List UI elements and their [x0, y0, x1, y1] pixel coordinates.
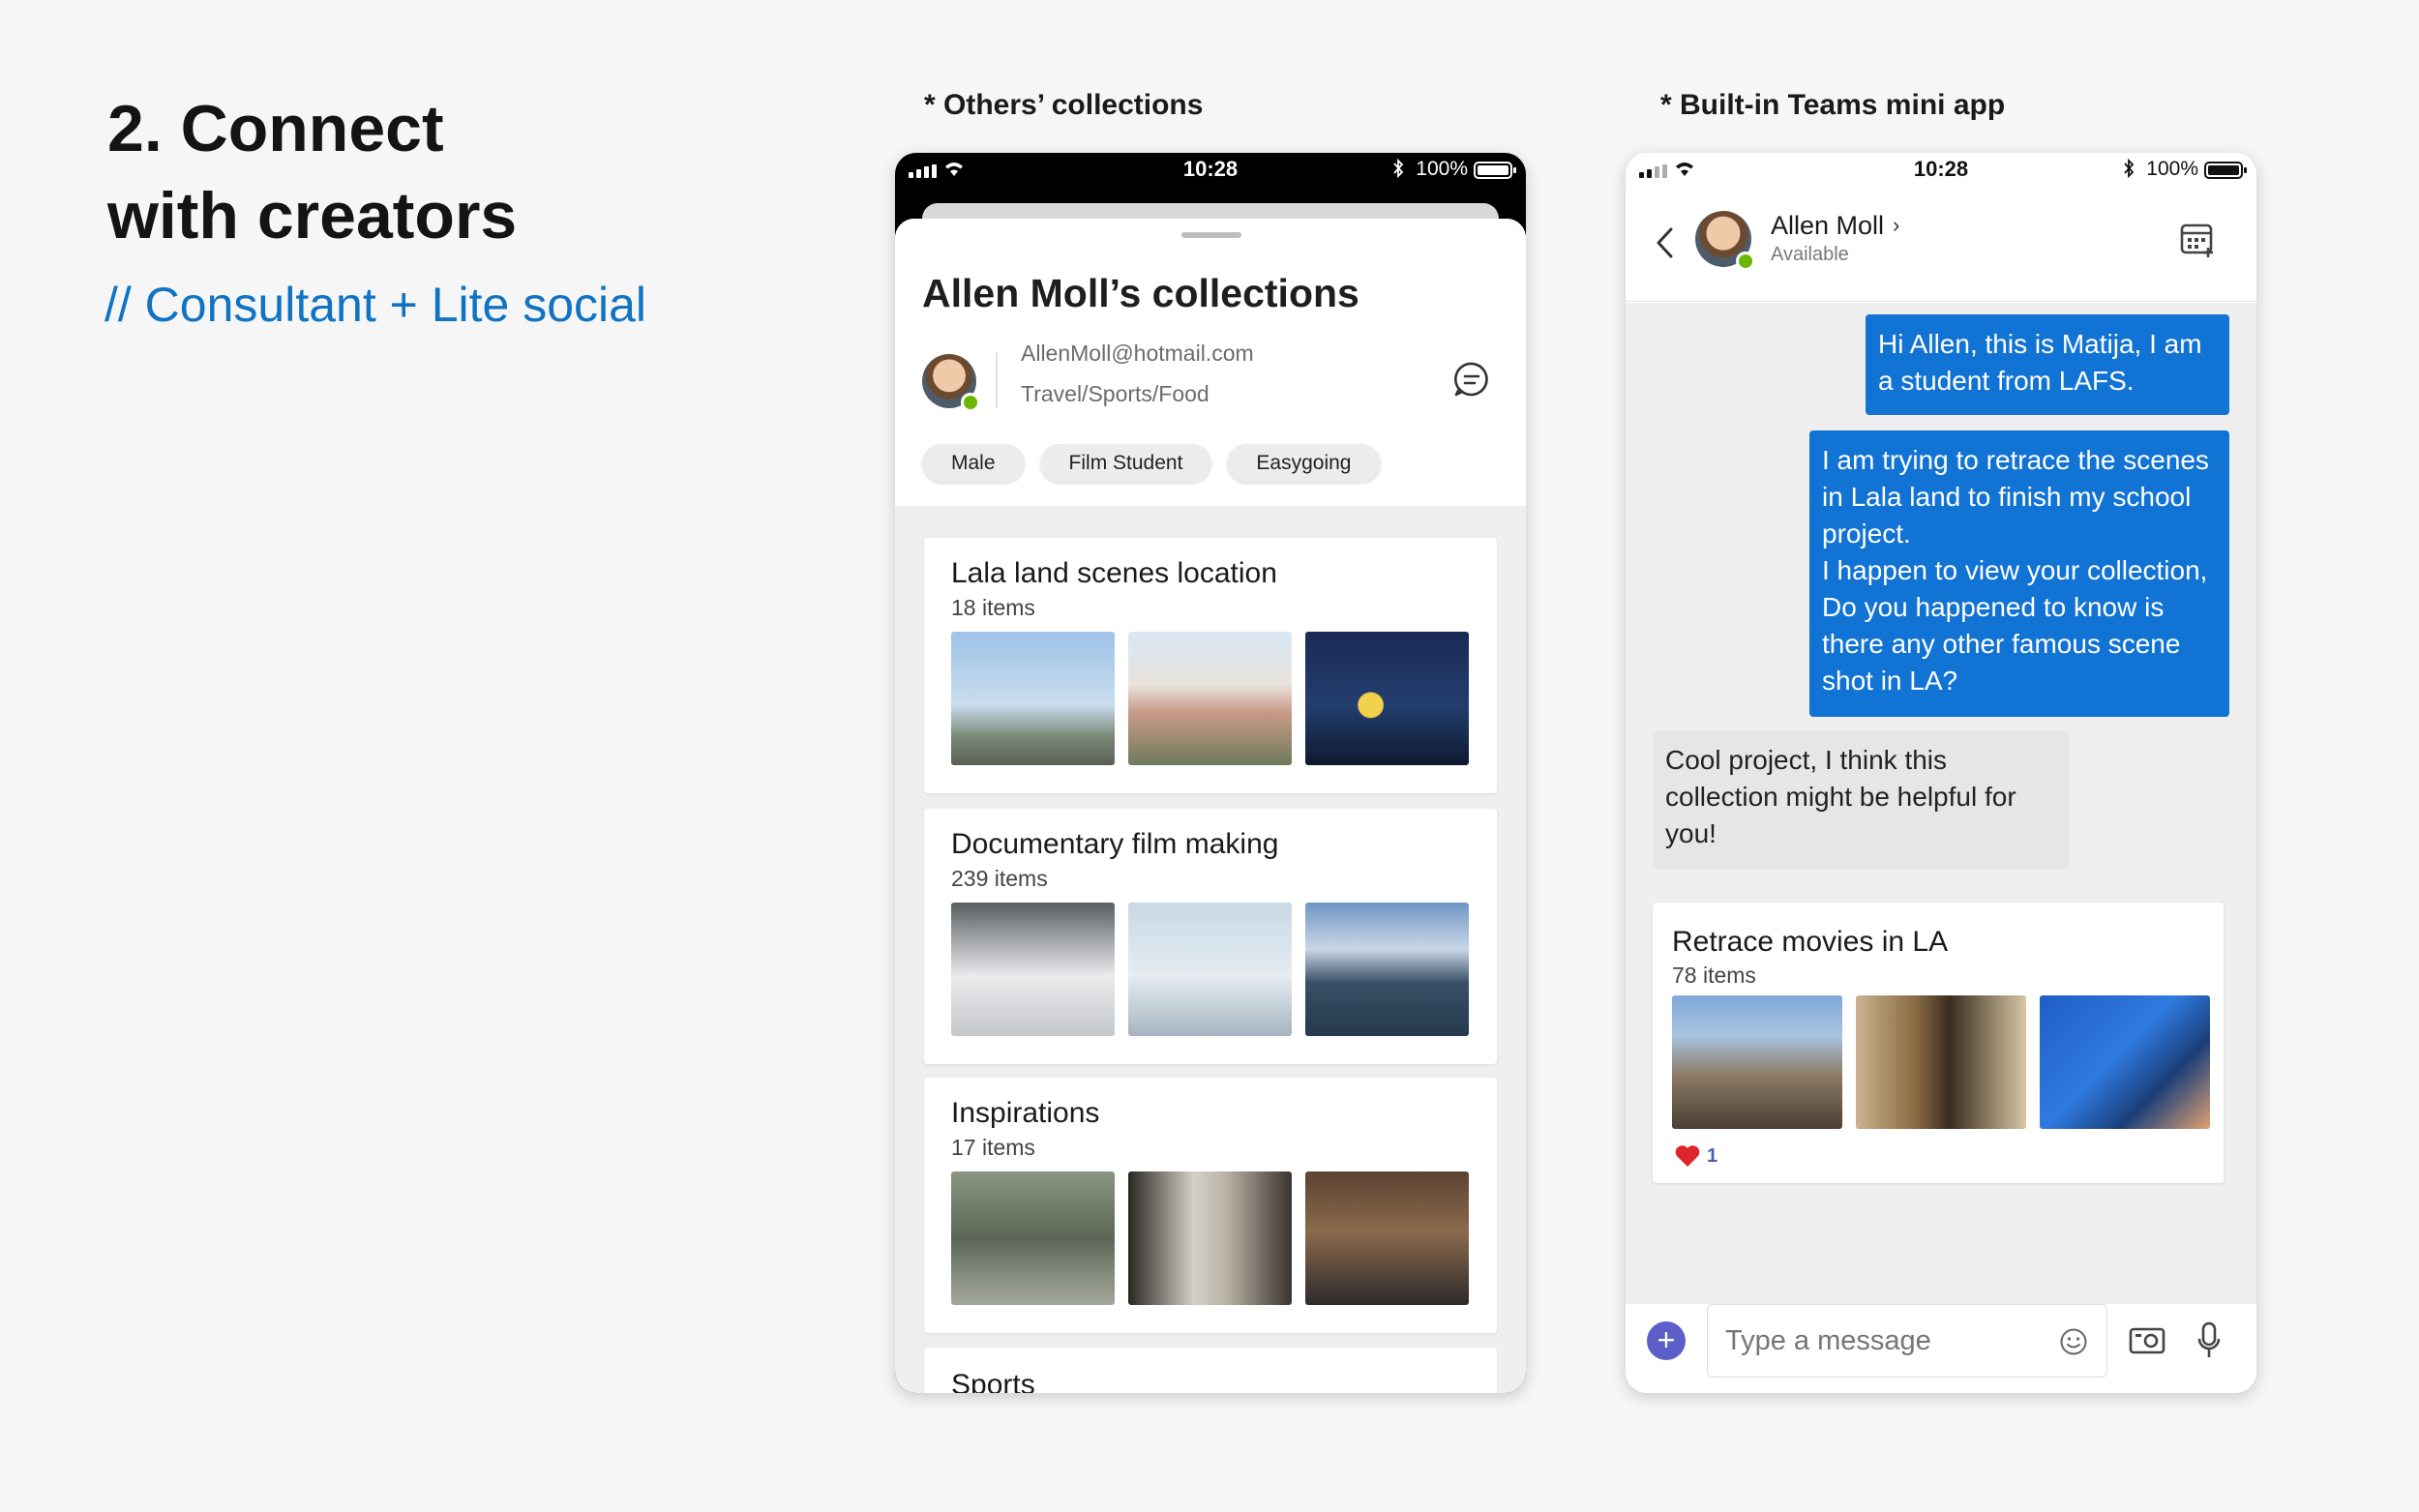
emoji-icon[interactable] [2059, 1327, 2088, 1356]
caption-others-collections: * Others’ collections [924, 89, 1204, 121]
collection-thumbnail[interactable] [1128, 1171, 1292, 1305]
caption-teams-mini-app: * Built-in Teams mini app [1660, 89, 2006, 121]
reaction[interactable]: 1 [1674, 1144, 1717, 1168]
calendar-icon[interactable] [2179, 221, 2218, 259]
collection-card[interactable]: Lala land scenes location 18 items [924, 538, 1497, 793]
phone-teams-chat: 10:28 100% Allen Moll › Available Hi All… [1626, 153, 2256, 1393]
presence-badge [1736, 252, 1755, 271]
heading-line-1: 2. Connect [107, 92, 444, 165]
collection-card[interactable]: Documentary film making 239 items [924, 809, 1497, 1064]
contact-status: Available [1771, 244, 1849, 265]
collection-thumbnail[interactable] [951, 632, 1115, 765]
chip-occupation[interactable]: Film Student [1039, 444, 1212, 483]
collection-thumbnail[interactable] [1305, 1171, 1469, 1305]
collection-card[interactable]: Inspirations 17 items [924, 1078, 1497, 1333]
avatar[interactable] [922, 354, 980, 412]
plus-icon[interactable]: + [1647, 1321, 1686, 1360]
message-input[interactable] [1707, 1304, 2107, 1378]
camera-icon[interactable] [2129, 1325, 2165, 1354]
collection-thumbnail[interactable] [951, 1171, 1115, 1305]
battery-icon [2204, 162, 2247, 179]
collection-count: 239 items [951, 866, 1048, 891]
profile-interests: Travel/Sports/Food [1021, 381, 1210, 406]
collection-thumbnail[interactable] [1305, 903, 1469, 1036]
mic-icon[interactable] [2196, 1321, 2222, 1360]
collection-thumbnail[interactable] [1305, 632, 1469, 765]
chevron-right-icon[interactable]: › [1893, 213, 1899, 238]
collection-card[interactable]: Sports [924, 1348, 1497, 1393]
presence-badge [961, 393, 980, 412]
collection-thumbnail[interactable] [1672, 995, 1842, 1129]
contact-name[interactable]: Allen Moll [1771, 211, 1884, 241]
collection-title: Inspirations [951, 1097, 1100, 1129]
message-composer: + [1626, 1304, 2256, 1393]
page-title: Allen Moll’s collections [922, 271, 1359, 315]
collection-count: 17 items [951, 1135, 1035, 1160]
heading-line-2: with creators [107, 179, 518, 252]
bluetooth-icon [1393, 159, 1404, 178]
collection-title: Sports [951, 1369, 1035, 1393]
collections-sheet[interactable]: Allen Moll’s collections AllenMoll@hotma… [895, 219, 1526, 1393]
collection-thumbnail[interactable] [1128, 903, 1292, 1036]
collection-thumbnail[interactable] [1128, 632, 1292, 765]
shared-collection-title: Retrace movies in LA [1672, 926, 1949, 958]
battery-percent: 100% [2146, 158, 2198, 180]
reaction-count: 1 [1707, 1144, 1718, 1167]
chat-messages[interactable]: Hi Allen, this is Matija, I am a student… [1626, 303, 2256, 1304]
contact-avatar[interactable] [1695, 211, 1755, 271]
collection-title: Documentary film making [951, 828, 1279, 860]
message-bubble-received[interactable]: Cool project, I think this collection mi… [1653, 730, 2069, 870]
battery-icon [1474, 162, 1516, 179]
battery-percent: 100% [1416, 158, 1468, 180]
collection-title: Lala land scenes location [951, 557, 1277, 589]
divider [996, 352, 998, 408]
collection-thumbnail[interactable] [951, 903, 1115, 1036]
status-bar: 10:28 100% [895, 153, 1526, 211]
phone-collections: 10:28 100% Allen Moll’s collections Alle… [895, 153, 1526, 1393]
shared-collection-count: 78 items [1672, 963, 1756, 988]
chat-header: Allen Moll › Available [1626, 190, 2256, 302]
heart-icon [1675, 1145, 1700, 1167]
section-subheading: // Consultant + Lite social [105, 278, 647, 332]
sheet-grabber[interactable] [1181, 232, 1241, 238]
collection-count: 18 items [951, 595, 1035, 620]
shared-collection-card[interactable]: Retrace movies in LA 78 items 1 [1653, 903, 2224, 1183]
message-bubble-sent[interactable]: Hi Allen, this is Matija, I am a student… [1866, 314, 2229, 415]
message-bubble-sent[interactable]: I am trying to retrace the scenes in Lal… [1809, 430, 2229, 717]
chip-personality[interactable]: Easygoing [1227, 444, 1381, 483]
chat-icon[interactable] [1452, 360, 1491, 399]
back-chevron-icon[interactable] [1655, 226, 1674, 259]
section-heading: 2. Connect with creators [107, 85, 517, 259]
profile-email: AllenMoll@hotmail.com [1021, 341, 1254, 366]
status-bar: 10:28 100% [1626, 153, 2256, 190]
collection-thumbnail[interactable] [2040, 995, 2210, 1129]
chip-gender[interactable]: Male [922, 444, 1025, 483]
profile-chips: Male Film Student Easygoing [922, 444, 1381, 483]
profile-section: Allen Moll’s collections AllenMoll@hotma… [895, 219, 1526, 506]
collection-thumbnail[interactable] [1856, 995, 2026, 1129]
bluetooth-icon [2124, 159, 2135, 178]
